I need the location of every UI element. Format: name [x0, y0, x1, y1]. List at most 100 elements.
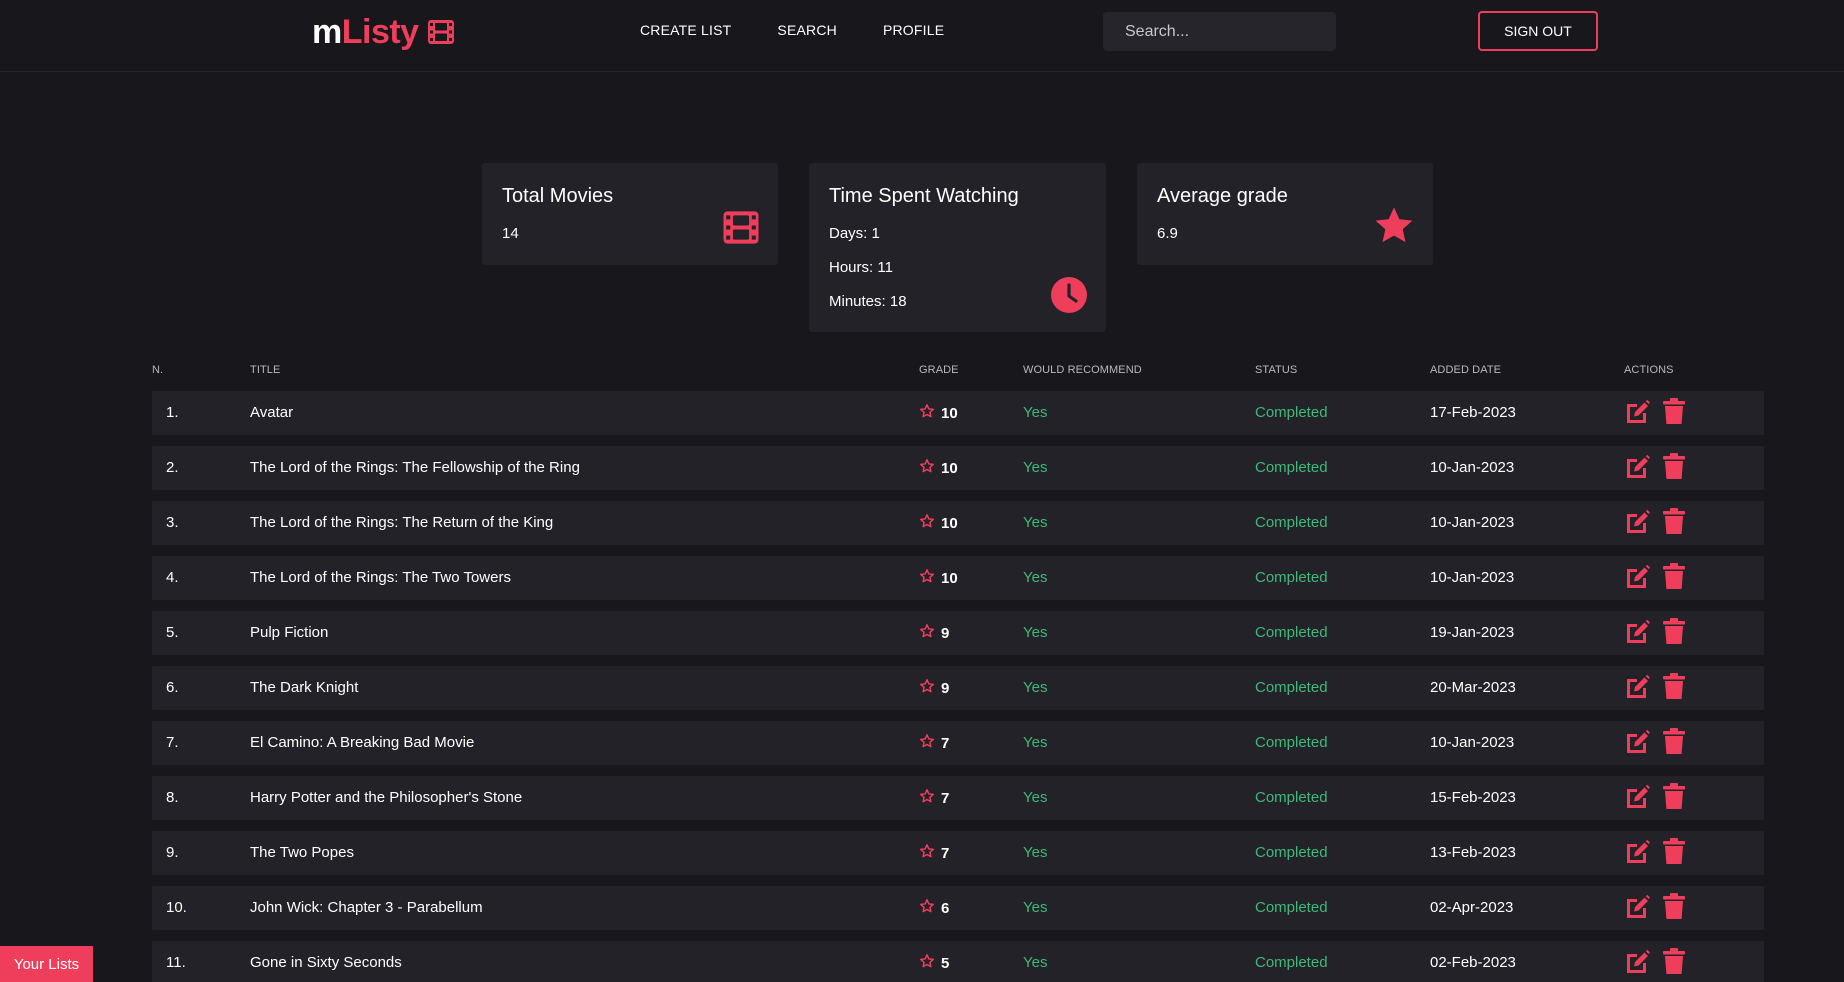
- edit-icon[interactable]: [1624, 397, 1650, 425]
- movie-title[interactable]: El Camino: A Breaking Bad Movie: [250, 734, 474, 751]
- table-row[interactable]: 8. Harry Potter and the Philosopher's Sto…: [152, 776, 1764, 820]
- header-added-date: ADDED DATE: [1430, 364, 1502, 376]
- trash-icon[interactable]: [1663, 617, 1689, 645]
- row-number: 8.: [166, 789, 179, 806]
- recommend-value: Yes: [1023, 789, 1048, 806]
- row-number: 7.: [166, 734, 179, 751]
- grade-value: 10: [941, 514, 958, 532]
- grade-value: 5: [941, 954, 950, 972]
- trash-icon[interactable]: [1663, 837, 1689, 865]
- movie-title[interactable]: The Dark Knight: [250, 679, 358, 696]
- main-nav: CREATE LIST SEARCH PROFILE: [640, 22, 944, 38]
- header-title: TITLE: [250, 364, 281, 376]
- status-value: Completed: [1255, 679, 1328, 696]
- recommend-value: Yes: [1023, 459, 1048, 476]
- trash-icon[interactable]: [1663, 562, 1689, 590]
- table-row[interactable]: 6. The Dark Knight 9 Yes Completed 20-Mar-202…: [152, 666, 1764, 710]
- grade-cell: 7: [919, 733, 949, 753]
- row-actions: [1624, 727, 1689, 755]
- star-outline-icon: [919, 513, 935, 533]
- row-actions: [1624, 837, 1689, 865]
- grade-value: 9: [941, 679, 950, 697]
- row-number: 4.: [166, 569, 179, 586]
- row-actions: [1624, 782, 1689, 810]
- edit-icon[interactable]: [1624, 782, 1650, 810]
- movie-title[interactable]: John Wick: Chapter 3 - Parabellum: [250, 899, 483, 916]
- status-value: Completed: [1255, 514, 1328, 531]
- trash-icon[interactable]: [1663, 672, 1689, 700]
- grade-cell: 9: [919, 678, 949, 698]
- movie-title[interactable]: Pulp Fiction: [250, 624, 328, 641]
- table-row[interactable]: 10. John Wick: Chapter 3 - Parabellum 6 Yes…: [152, 886, 1764, 930]
- search-input[interactable]: [1103, 12, 1336, 51]
- recommend-value: Yes: [1023, 404, 1048, 421]
- added-date: 10-Jan-2023: [1430, 569, 1515, 586]
- table-row[interactable]: 1. Avatar 10 Yes Completed 17-Feb-2023: [152, 391, 1764, 435]
- star-outline-icon: [919, 953, 935, 973]
- edit-icon[interactable]: [1624, 617, 1650, 645]
- movie-title[interactable]: Gone in Sixty Seconds: [250, 954, 402, 971]
- trash-icon[interactable]: [1663, 782, 1689, 810]
- star-outline-icon: [919, 403, 935, 423]
- page: mListy CREATE LIST SEARCH PROFILE SIGN O…: [0, 0, 1844, 982]
- nav-profile[interactable]: PROFILE: [883, 22, 944, 38]
- movie-title[interactable]: The Lord of the Rings: The Two Towers: [250, 569, 511, 586]
- edit-icon[interactable]: [1624, 892, 1650, 920]
- table-row[interactable]: 11. Gone in Sixty Seconds 5 Yes Completed 02-…: [152, 941, 1764, 982]
- row-number: 2.: [166, 459, 179, 476]
- movie-title[interactable]: Harry Potter and the Philosopher's Stone: [250, 789, 522, 806]
- grade-cell: 5: [919, 953, 949, 973]
- trash-icon[interactable]: [1663, 397, 1689, 425]
- grade-cell: 10: [919, 513, 958, 533]
- added-date: 10-Jan-2023: [1430, 514, 1515, 531]
- trash-icon[interactable]: [1663, 452, 1689, 480]
- header-actions: ACTIONS: [1624, 364, 1674, 376]
- logo[interactable]: mListy: [312, 10, 455, 54]
- table-row[interactable]: 2. The Lord of the Rings: The Fellowship …: [152, 446, 1764, 490]
- status-value: Completed: [1255, 899, 1328, 916]
- grade-value: 7: [941, 789, 950, 807]
- trash-icon[interactable]: [1663, 947, 1689, 975]
- status-value: Completed: [1255, 734, 1328, 751]
- edit-icon[interactable]: [1624, 562, 1650, 590]
- row-number: 5.: [166, 624, 179, 641]
- table-row[interactable]: 5. Pulp Fiction 9 Yes Completed 19-Jan-2023: [152, 611, 1764, 655]
- trash-icon[interactable]: [1663, 507, 1689, 535]
- movie-title[interactable]: The Two Popes: [250, 844, 354, 861]
- nav-search[interactable]: SEARCH: [777, 22, 837, 38]
- movie-title[interactable]: The Lord of the Rings: The Fellowship of…: [250, 459, 580, 476]
- table-row[interactable]: 4. The Lord of the Rings: The Two Towers 1…: [152, 556, 1764, 600]
- status-value: Completed: [1255, 459, 1328, 476]
- table-row[interactable]: 3. The Lord of the Rings: The Return of t…: [152, 501, 1764, 545]
- added-date: 17-Feb-2023: [1430, 404, 1516, 421]
- edit-icon[interactable]: [1624, 452, 1650, 480]
- table-row[interactable]: 9. The Two Popes 7 Yes Completed 13-Feb-2023: [152, 831, 1764, 875]
- star-outline-icon: [919, 623, 935, 643]
- movie-title[interactable]: The Lord of the Rings: The Return of the…: [250, 514, 553, 531]
- nav-create-list[interactable]: CREATE LIST: [640, 22, 731, 38]
- edit-icon[interactable]: [1624, 837, 1650, 865]
- grade-cell: 7: [919, 843, 949, 863]
- recommend-value: Yes: [1023, 734, 1048, 751]
- grade-value: 10: [941, 459, 958, 477]
- added-date: 20-Mar-2023: [1430, 679, 1516, 696]
- edit-icon[interactable]: [1624, 672, 1650, 700]
- sign-out-button[interactable]: SIGN OUT: [1478, 11, 1598, 51]
- header-grade: GRADE: [919, 364, 959, 376]
- recommend-value: Yes: [1023, 679, 1048, 696]
- star-outline-icon: [919, 678, 935, 698]
- time-days: Days: 1: [829, 225, 880, 242]
- grade-cell: 7: [919, 788, 949, 808]
- edit-icon[interactable]: [1624, 507, 1650, 535]
- trash-icon[interactable]: [1663, 727, 1689, 755]
- table-row[interactable]: 7. El Camino: A Breaking Bad Movie 7 Yes Com…: [152, 721, 1764, 765]
- edit-icon[interactable]: [1624, 947, 1650, 975]
- status-value: Completed: [1255, 569, 1328, 586]
- edit-icon[interactable]: [1624, 727, 1650, 755]
- row-actions: [1624, 672, 1689, 700]
- header-recommend: WOULD RECOMMEND: [1023, 364, 1142, 376]
- movie-title[interactable]: Avatar: [250, 404, 293, 421]
- your-lists-button[interactable]: Your Lists: [0, 946, 93, 982]
- grade-value: 7: [941, 844, 950, 862]
- trash-icon[interactable]: [1663, 892, 1689, 920]
